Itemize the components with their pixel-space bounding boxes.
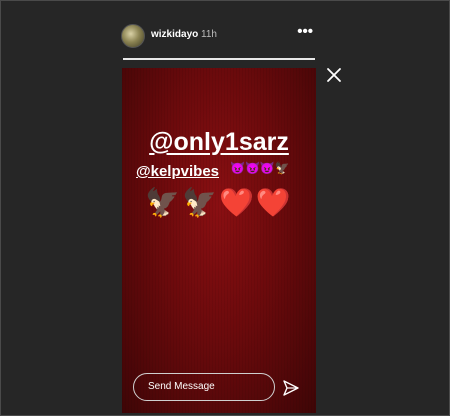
emoji-row-secondary: 😈😈😈🦅	[230, 161, 290, 175]
emoji-row: 🦅🦅❤️❤️	[145, 187, 293, 218]
send-message-placeholder: Send Message	[148, 381, 215, 392]
story-frame[interactable]: @only1sarz @kelpvibes 😈😈😈🦅 🦅🦅❤️❤️ Send M…	[122, 68, 316, 413]
paper-plane-icon[interactable]	[282, 379, 300, 397]
mention-secondary[interactable]: @kelpvibes	[136, 163, 219, 180]
more-options-icon[interactable]: •••	[297, 23, 313, 40]
progress-segment	[123, 58, 315, 60]
story-progress-bar	[123, 58, 315, 60]
mention-primary[interactable]: @only1sarz	[122, 128, 316, 157]
username[interactable]: wizkidayo	[151, 29, 198, 40]
post-time: 11h	[201, 29, 217, 40]
avatar[interactable]	[121, 24, 145, 48]
close-icon[interactable]	[326, 67, 342, 83]
send-message-input[interactable]: Send Message	[133, 373, 275, 401]
story-header: wizkidayo 11h •••	[121, 23, 317, 51]
